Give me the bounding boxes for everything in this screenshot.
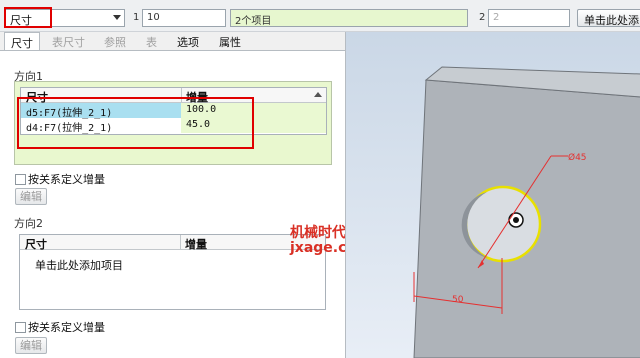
tab-strip: 尺寸 表尺寸 参照 表 选项 属性 bbox=[0, 32, 345, 50]
diameter-dimension-label[interactable]: Ø45 bbox=[568, 152, 587, 163]
column-increment[interactable]: 增量 bbox=[185, 236, 207, 252]
direction1-index: 1 bbox=[133, 12, 140, 23]
column-dimension[interactable]: 尺寸 bbox=[25, 236, 47, 252]
tab-options[interactable]: 选项 bbox=[177, 34, 199, 50]
model-viewport[interactable]: Ø45 50 bbox=[345, 32, 640, 358]
axis-marker-dot bbox=[513, 217, 519, 223]
add-items-button[interactable]: 单击此处添 bbox=[577, 9, 640, 27]
dashboard-bar: 尺寸 1 10 2个项目 2 2 单击此处添 bbox=[0, 0, 640, 32]
model-drawing[interactable]: Ø45 50 bbox=[346, 32, 640, 358]
highlight-box-dimensions bbox=[17, 97, 254, 149]
direction2-index: 2 bbox=[479, 12, 486, 23]
checkbox-box[interactable] bbox=[15, 174, 26, 185]
direction1-count-input[interactable]: 10 bbox=[142, 9, 226, 27]
highlight-box-type bbox=[4, 7, 52, 28]
direction1-edit-button[interactable]: 编辑 bbox=[15, 188, 47, 205]
tab-dimensions[interactable]: 尺寸 bbox=[4, 32, 40, 50]
tab-references[interactable]: 参照 bbox=[104, 34, 126, 50]
checkbox-label: 按关系定义增量 bbox=[28, 321, 105, 334]
add-item-prompt[interactable]: 单击此处添加项目 bbox=[35, 257, 123, 273]
direction2-table[interactable]: 尺寸 增量 单击此处添加项目 bbox=[19, 234, 326, 310]
chevron-down-icon[interactable] bbox=[113, 15, 121, 20]
direction1-items-field[interactable]: 2个项目 bbox=[230, 9, 468, 27]
table-header: 尺寸 增量 bbox=[20, 235, 325, 252]
direction2-group: 尺寸 增量 单击此处添加项目 bbox=[14, 229, 332, 311]
distance-dimension-label[interactable]: 50 bbox=[452, 295, 464, 305]
tab-properties[interactable]: 属性 bbox=[219, 34, 241, 50]
checkbox-label: 按关系定义增量 bbox=[28, 173, 105, 186]
direction2-count-input[interactable]: 2 bbox=[488, 9, 570, 27]
direction1-relation-checkbox[interactable]: 按关系定义增量 bbox=[15, 171, 105, 187]
column-separator bbox=[180, 235, 181, 250]
tab-table[interactable]: 表 bbox=[146, 34, 157, 50]
tab-table-dimensions[interactable]: 表尺寸 bbox=[52, 34, 85, 50]
direction2-edit-button[interactable]: 编辑 bbox=[15, 337, 47, 354]
direction2-relation-checkbox[interactable]: 按关系定义增量 bbox=[15, 319, 105, 335]
scroll-up-icon[interactable] bbox=[314, 92, 322, 97]
checkbox-box[interactable] bbox=[15, 322, 26, 333]
